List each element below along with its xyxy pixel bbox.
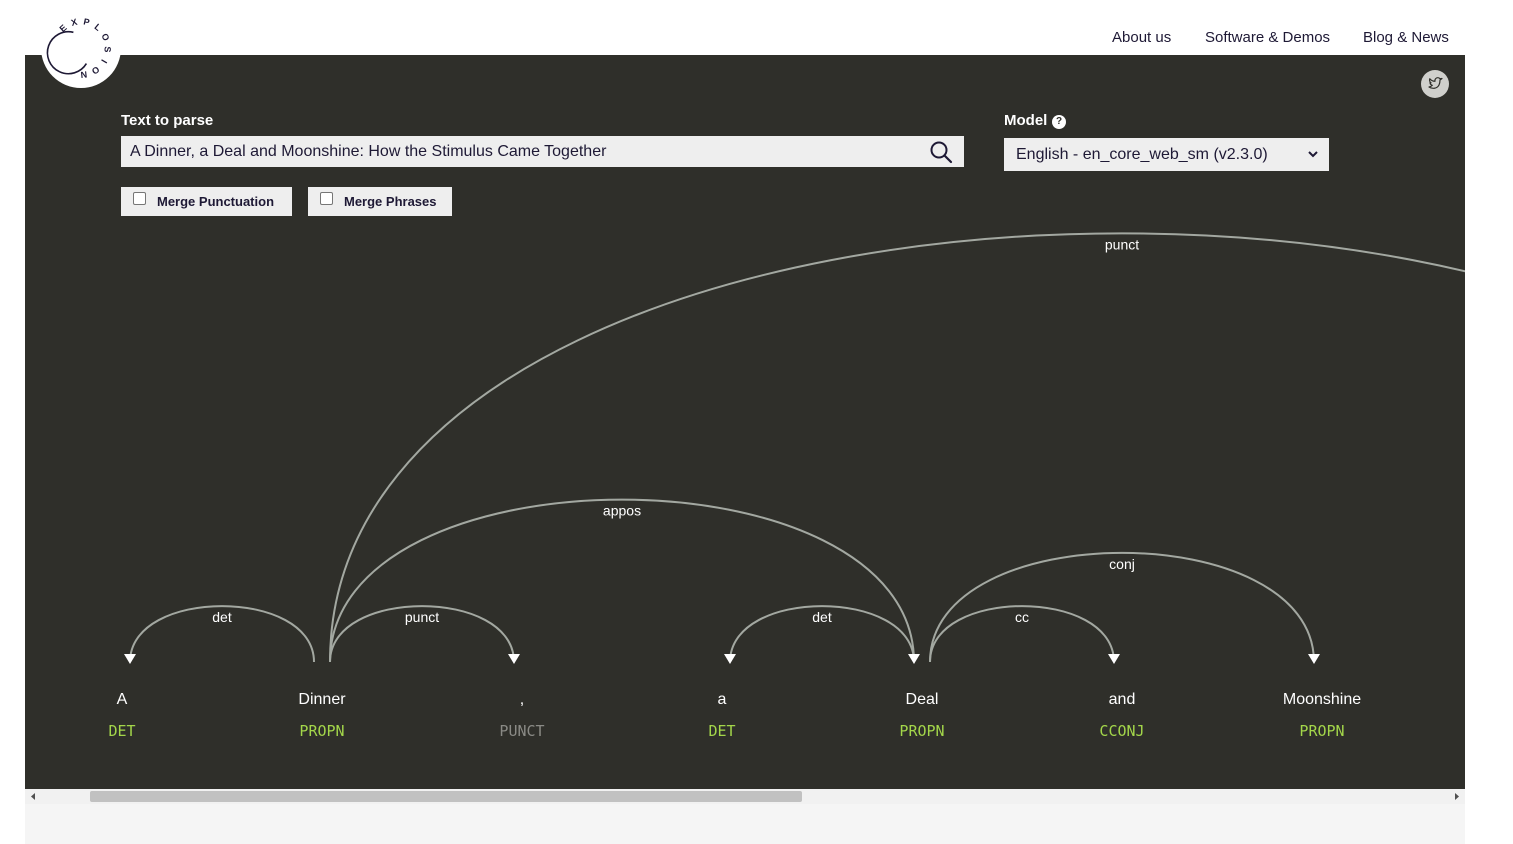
token-pos-tag: CCONJ xyxy=(1099,722,1144,740)
scroll-left-arrow-icon[interactable] xyxy=(29,792,37,801)
arc-arrowhead xyxy=(908,654,920,664)
horizontal-scrollbar[interactable] xyxy=(25,789,1465,804)
token-text: , xyxy=(520,691,524,708)
token-text: Moonshine xyxy=(1283,691,1361,708)
logo-letter: P xyxy=(83,16,91,27)
arc-label: punct xyxy=(405,609,439,625)
token-pos-tag: PUNCT xyxy=(499,722,544,740)
arc-label: det xyxy=(212,609,232,625)
token-pos-tag: DET xyxy=(708,722,735,740)
dependency-arc-punct xyxy=(329,232,1465,663)
scroll-right-arrow-icon[interactable] xyxy=(1453,792,1461,801)
parse-demo-panel: Text to parse Model ? English - en_core_… xyxy=(25,55,1465,789)
arc-arrowhead xyxy=(124,654,136,664)
nav-link-about[interactable]: About us xyxy=(1112,29,1171,46)
explosion-logo-icon: EX P LOSION xyxy=(46,16,113,80)
token-pos-tag: DET xyxy=(108,722,135,740)
logo-letter: I xyxy=(99,58,109,65)
token-pos-tag: PROPN xyxy=(299,722,344,740)
logo-letter: S xyxy=(102,46,112,53)
arc-arrowhead xyxy=(508,654,520,664)
scrollbar-thumb[interactable] xyxy=(90,791,802,802)
token-text: a xyxy=(718,691,727,708)
dependency-parse-visualization: det punct det cc appos conj punct A DET Dinner PRO… xyxy=(108,232,1465,740)
logo-letter: N xyxy=(80,69,88,80)
arc-label: conj xyxy=(1109,556,1135,572)
page-footer xyxy=(25,804,1465,844)
logo-letter: O xyxy=(90,64,101,76)
arc-arrowhead xyxy=(1108,654,1120,664)
explosion-logo[interactable]: EXPLOSION xyxy=(41,8,121,88)
token-pos-tag: PROPN xyxy=(899,722,944,740)
arc-label: det xyxy=(812,609,832,625)
arc-label: cc xyxy=(1015,609,1029,625)
token-text: A xyxy=(117,691,128,708)
dependency-arc-appos xyxy=(329,498,915,663)
token-text: Dinner xyxy=(298,691,346,708)
logo-letter: L xyxy=(93,22,104,34)
arc-label: punct xyxy=(1105,236,1139,252)
arc-arrowhead xyxy=(1308,654,1320,664)
top-navigation: About us Software & Demos Blog & News xyxy=(0,0,1513,55)
token-text: Deal xyxy=(906,691,939,708)
arc-label: appos xyxy=(603,503,641,519)
token-pos-tag: PROPN xyxy=(1299,722,1344,740)
token-text: and xyxy=(1109,691,1136,708)
arc-arrowhead xyxy=(724,654,736,664)
logo-letter: O xyxy=(99,32,111,42)
nav-link-software-demos[interactable]: Software & Demos xyxy=(1205,29,1330,46)
nav-link-blog-news[interactable]: Blog & News xyxy=(1363,29,1449,46)
logo-letter: X xyxy=(70,17,78,28)
